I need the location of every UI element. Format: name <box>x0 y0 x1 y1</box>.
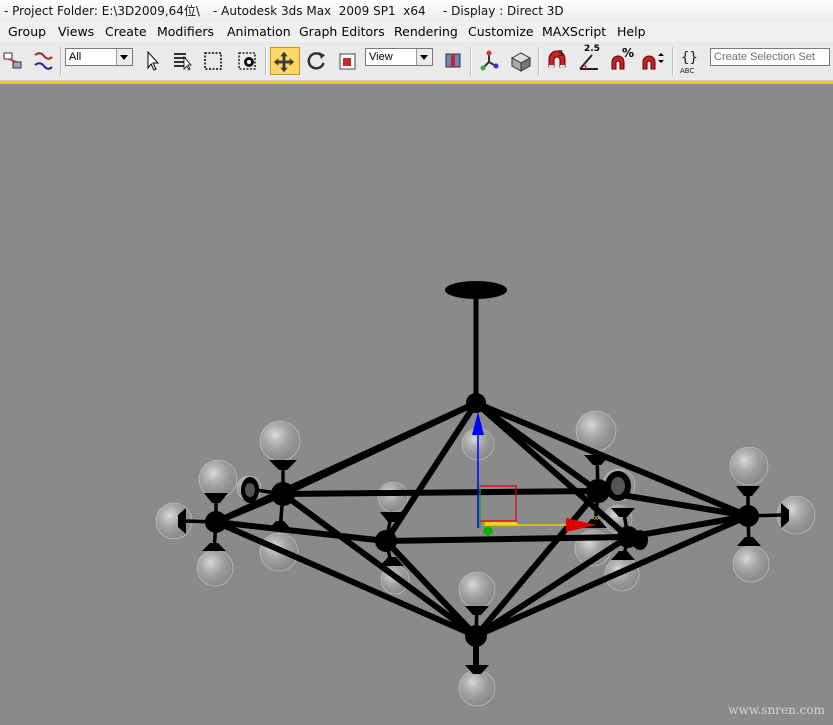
toolbar-separator <box>672 47 674 75</box>
unlink-icon[interactable] <box>30 47 56 75</box>
select-object-icon[interactable] <box>139 47 165 75</box>
scale-icon[interactable] <box>335 47 361 75</box>
percent-snap-toggle-icon[interactable]: % <box>608 46 635 75</box>
move-icon[interactable] <box>270 47 300 75</box>
rectangular-selection-icon[interactable] <box>201 47 227 75</box>
toolbar-separator <box>265 47 267 75</box>
toolbar-separator <box>538 47 540 75</box>
select-manipulate-icon[interactable] <box>476 47 502 75</box>
spinner-snap-toggle-icon[interactable] <box>640 47 666 75</box>
menu-animation[interactable]: Animation <box>227 22 291 42</box>
select-by-name-icon[interactable] <box>169 47 195 75</box>
project-folder-text: - Project Folder: E:\3D2009,64位\ <box>4 4 200 18</box>
watermark-text: www.snren.com <box>728 703 825 717</box>
menu-help[interactable]: Help <box>617 22 646 42</box>
rotate-icon[interactable] <box>303 47 329 75</box>
menu-graph-editors[interactable]: Graph Editors <box>299 22 385 42</box>
main-toolbar: All View 3 2.5 % {} ABC Create Selection… <box>0 42 833 81</box>
svg-text:x: x <box>594 514 598 522</box>
app-title-text: - Autodesk 3ds Max 2009 SP1 x64 <box>213 4 426 18</box>
chevron-down-icon[interactable] <box>416 49 432 65</box>
menu-maxscript[interactable]: MAXScript <box>542 22 606 42</box>
pivot-point-center-icon[interactable] <box>440 47 466 75</box>
chandelier-model: x <box>155 281 816 707</box>
link-icon[interactable] <box>0 47 26 75</box>
edit-named-selection-icon[interactable]: {} ABC <box>678 47 704 75</box>
display-driver-text: - Display : Direct 3D <box>443 4 564 18</box>
named-selection-set-dropdown[interactable]: Create Selection Set <box>710 48 830 66</box>
keyboard-shortcut-override-icon[interactable] <box>508 47 534 75</box>
menu-customize[interactable]: Customize <box>468 22 534 42</box>
svg-text:ABC: ABC <box>680 67 694 75</box>
angle-snap-toggle-icon[interactable]: 2.5 <box>576 44 602 75</box>
menu-modifiers[interactable]: Modifiers <box>157 22 214 42</box>
reference-coordinate-value: View <box>369 51 393 63</box>
angle-snap-label: 2.5 <box>584 44 600 54</box>
reference-coordinate-dropdown[interactable]: View <box>365 48 433 66</box>
menu-create[interactable]: Create <box>105 22 147 42</box>
menu-views[interactable]: Views <box>58 22 94 42</box>
window-crossing-icon[interactable] <box>235 47 261 75</box>
percent-snap-label: % <box>622 46 635 60</box>
toolbar-separator <box>470 47 472 75</box>
perspective-viewport[interactable]: x www.snren.com <box>0 84 833 721</box>
selection-filter-dropdown[interactable]: All <box>65 48 133 66</box>
menu-group[interactable]: Group <box>8 22 46 42</box>
svg-text:{}: {} <box>681 50 698 66</box>
snap-toggle-icon[interactable]: 3 <box>544 47 570 75</box>
selection-filter-value: All <box>69 51 82 63</box>
menu-rendering[interactable]: Rendering <box>394 22 458 42</box>
named-selection-set-placeholder: Create Selection Set <box>714 51 815 63</box>
ceiling-canopy <box>445 281 507 299</box>
menu-bar: Group Views Create Modifiers Animation G… <box>0 22 833 43</box>
toolbar-separator <box>60 47 62 75</box>
title-bar: - Project Folder: E:\3D2009,64位\ - Autod… <box>0 0 833 22</box>
chevron-down-icon[interactable] <box>116 49 132 65</box>
svg-text:3: 3 <box>558 49 563 58</box>
